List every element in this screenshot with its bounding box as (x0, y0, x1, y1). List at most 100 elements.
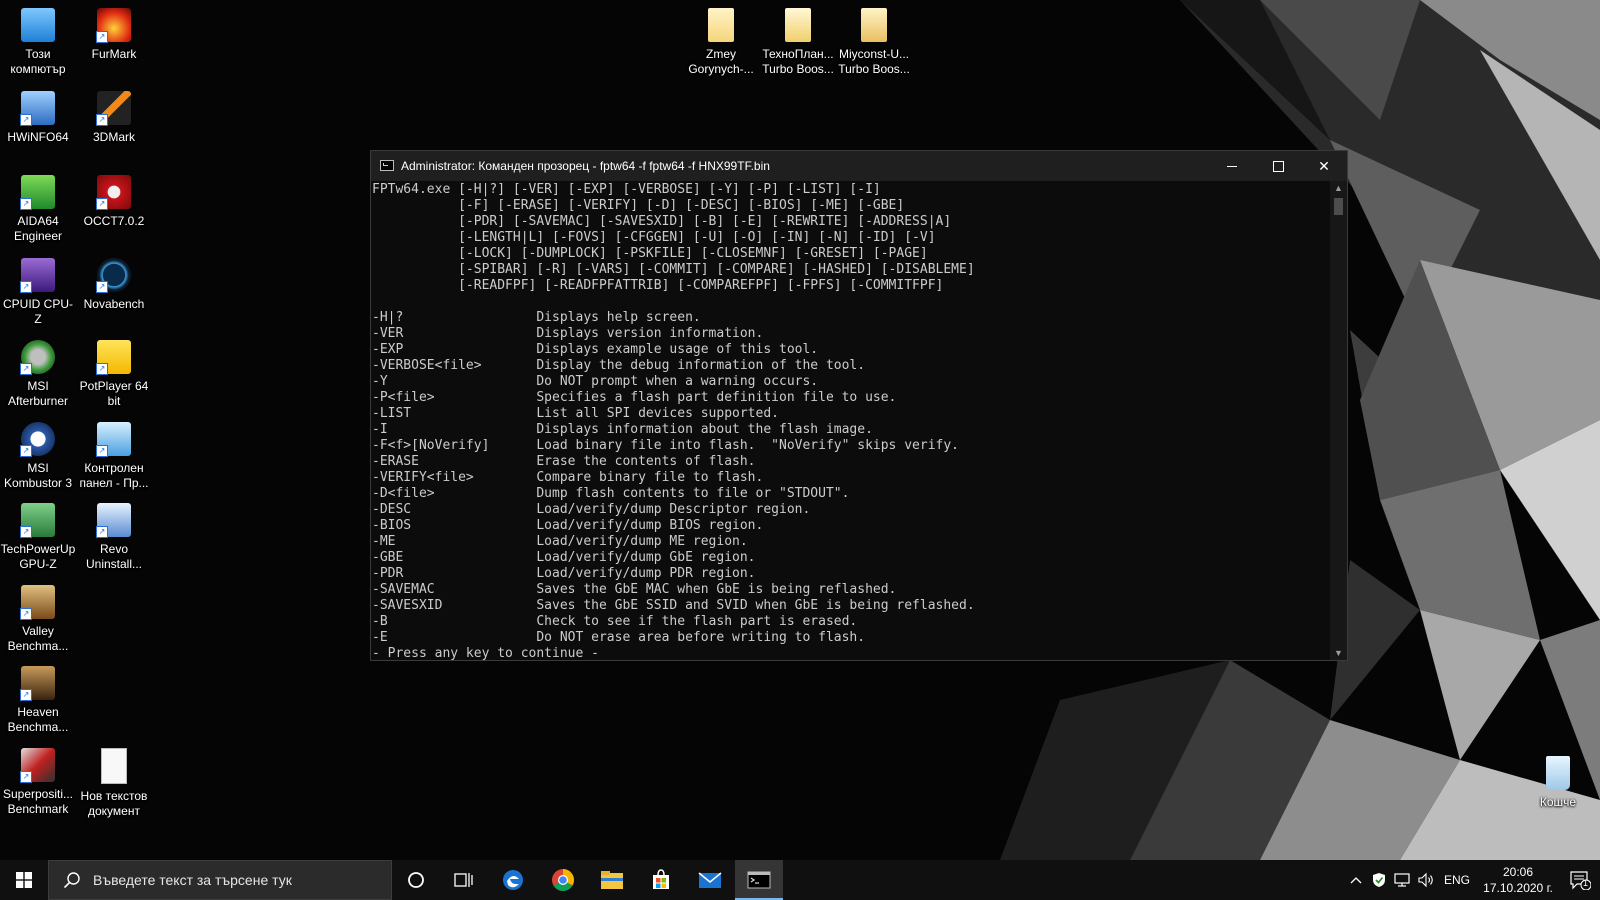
desktop-icon-label: AIDA64 Engineer (13, 214, 63, 243)
desktop-icon-3dmark[interactable]: ↗ 3DMark (76, 87, 152, 145)
heaven-icon: ↗ (20, 666, 55, 701)
language-indicator[interactable]: ENG (1440, 860, 1474, 900)
edge-button[interactable] (489, 860, 537, 900)
desktop-icon-aida64[interactable]: ↗ AIDA64 Engineer (0, 171, 76, 244)
maximize-button[interactable] (1255, 151, 1301, 181)
network-icon (1394, 873, 1410, 887)
vertical-scrollbar[interactable]: ▲ ▼ (1330, 181, 1347, 660)
folder-icon (708, 8, 734, 42)
cortana-button[interactable] (392, 860, 440, 900)
command-prompt-taskbar-button[interactable] (735, 860, 783, 900)
desktop-icon-this-pc[interactable]: Този компютър (0, 4, 76, 77)
desktop-icon-label: HWiNFO64 (7, 130, 69, 144)
console-line: -LIST List all SPI devices supported. (372, 406, 779, 421)
console-line: -H|? Displays help screen. (372, 310, 701, 325)
console-line: [-F] [-ERASE] [-VERIFY] [-D] [-DESC] [-B… (458, 198, 905, 213)
desktop-icon-label: Контролен панел - Пр... (79, 461, 149, 490)
language-label: ENG (1443, 873, 1470, 887)
clock[interactable]: 20:06 17.10.2020 г. (1478, 860, 1558, 900)
desktop-icon-label: MSI Kombustor 3 (3, 461, 73, 490)
network-tray-button[interactable] (1390, 860, 1414, 900)
store-button[interactable] (637, 860, 685, 900)
command-prompt-window[interactable]: Administrator: Команден прозорец - fptw6… (370, 150, 1348, 661)
folder-icon (861, 8, 887, 42)
command-prompt-icon (380, 160, 394, 171)
desktop-icon-occt[interactable]: ↗ OCCT7.0.2 (76, 171, 152, 229)
taskbar: Въведете текст за търсене тук ENG 20:06 … (0, 860, 1600, 900)
close-icon: ✕ (1318, 157, 1330, 174)
clock-time: 20:06 (1502, 865, 1533, 879)
desktop-icon-label: PotPlayer 64 bit (79, 379, 149, 408)
console-line: -DESC Load/verify/dump Descriptor region… (372, 502, 811, 517)
console-line: [-LENGTH|L] [-FOVS] [-CFGGEN] [-U] [-O] … (458, 230, 936, 245)
desktop-icon-hwinfo[interactable]: ↗ HWiNFO64 (0, 87, 76, 145)
console-line: - Press any key to continue - (372, 646, 599, 660)
windows-logo-icon (16, 872, 32, 888)
action-center-button[interactable]: 1 (1560, 860, 1600, 900)
desktop-icon-label: 3DMark (92, 130, 135, 144)
scrollbar-thumb[interactable] (1334, 198, 1343, 215)
desktop-icon-label: Този компютър (10, 47, 66, 76)
desktop-icon-superposition[interactable]: ↗ Superpositi... Benchmark (0, 744, 76, 817)
desktop-icon-label: MSI Afterburner (7, 379, 69, 408)
edge-icon (503, 870, 523, 890)
shield-icon (1373, 873, 1385, 887)
desktop-icon-cpuz[interactable]: ↗ CPUID CPU-Z (0, 254, 76, 327)
close-button[interactable]: ✕ (1301, 151, 1347, 181)
desktop-icon-label: Valley Benchma... (7, 624, 69, 653)
show-hidden-icons-button[interactable] (1344, 860, 1368, 900)
control-panel-icon: ↗ (96, 422, 131, 457)
desktop-icon-label: Novabench (83, 297, 145, 311)
taskbar-search-box[interactable]: Въведете текст за търсене тук (48, 860, 392, 900)
kombustor-icon: ↗ (20, 422, 55, 457)
chrome-button[interactable] (539, 860, 587, 900)
scroll-down-icon[interactable]: ▼ (1330, 646, 1347, 660)
console-line: -B Check to see if the flash part is era… (372, 614, 858, 629)
desktop-icon-afterburner[interactable]: ↗ MSI Afterburner (0, 336, 76, 409)
gpuz-icon: ↗ (20, 503, 55, 538)
desktop-icon-potplayer[interactable]: ↗ PotPlayer 64 bit (76, 336, 152, 409)
desktop-icon-label: ТехноПлан... Turbo Boos... (762, 47, 834, 76)
valley-icon: ↗ (20, 585, 55, 620)
mail-button[interactable] (686, 860, 734, 900)
cortana-icon (408, 872, 424, 888)
hwinfo-icon: ↗ (20, 91, 55, 126)
file-explorer-button[interactable] (588, 860, 636, 900)
console-line: -F<f>[NoVerify] Load binary file into fl… (372, 438, 959, 453)
task-view-button[interactable] (440, 860, 488, 900)
console-line: [-LOCK] [-DUMPLOCK] [-PSKFILE] [-CLOSEMN… (458, 246, 928, 261)
desktop-icon-revo[interactable]: ↗ Revo Uninstall... (76, 499, 152, 572)
console-line: -ERASE Erase the contents of flash. (372, 454, 756, 469)
console-line: -D<file> Dump flash contents to file or … (372, 486, 850, 501)
security-tray-button[interactable] (1368, 860, 1390, 900)
console-line: -ME Load/verify/dump ME region. (372, 534, 748, 549)
desktop-icon-valley[interactable]: ↗ Valley Benchma... (0, 581, 76, 654)
desktop-icon-label: Кошче (1539, 795, 1577, 809)
console-line: [-SPIBAR] [-R] [-VARS] [-COMMIT] [-COMPA… (458, 262, 975, 277)
cpuz-icon: ↗ (20, 258, 55, 293)
volume-tray-button[interactable] (1414, 860, 1438, 900)
desktop-icon-furmark[interactable]: ↗ FurMark (76, 4, 152, 62)
desktop-icon-text-document[interactable]: Нов текстов документ (76, 744, 152, 819)
desktop-icon-recycle-bin[interactable]: Кошче (1520, 752, 1596, 810)
desktop-icon-control-panel[interactable]: ↗ Контролен панел - Пр... (76, 418, 152, 491)
revo-icon: ↗ (96, 503, 131, 538)
desktop-icon-label: Revo Uninstall... (85, 542, 143, 571)
start-button[interactable] (0, 860, 48, 900)
minimize-button[interactable] (1209, 151, 1255, 181)
scroll-up-icon[interactable]: ▲ (1330, 181, 1347, 195)
chrome-icon (552, 869, 574, 891)
command-prompt-icon (747, 871, 771, 889)
desktop-icon-gpuz[interactable]: ↗ TechPowerUp GPU-Z (0, 499, 76, 572)
desktop-icon-novabench[interactable]: ↗ Novabench (76, 254, 152, 312)
desktop-icon-folder-miyconst[interactable]: Miyconst-U... Turbo Boos... (836, 4, 912, 77)
desktop-icon-kombustor[interactable]: ↗ MSI Kombustor 3 (0, 418, 76, 491)
console-output-area[interactable]: FPTw64.exe [-H|?] [-VER] [-EXP] [-VERBOS… (371, 181, 1330, 660)
console-line: -VERIFY<file> Compare binary file to fla… (372, 470, 764, 485)
desktop-icon-label: FurMark (91, 47, 137, 61)
desktop-icon-heaven[interactable]: ↗ Heaven Benchma... (0, 662, 76, 735)
desktop-icon-folder-zmey[interactable]: Zmey Gorynych-... (683, 4, 759, 77)
desktop-icon-folder-technoplan[interactable]: ТехноПлан... Turbo Boos... (760, 4, 836, 77)
window-titlebar[interactable]: Administrator: Команден прозорец - fptw6… (371, 151, 1347, 181)
console-line: -GBE Load/verify/dump GbE region. (372, 550, 756, 565)
